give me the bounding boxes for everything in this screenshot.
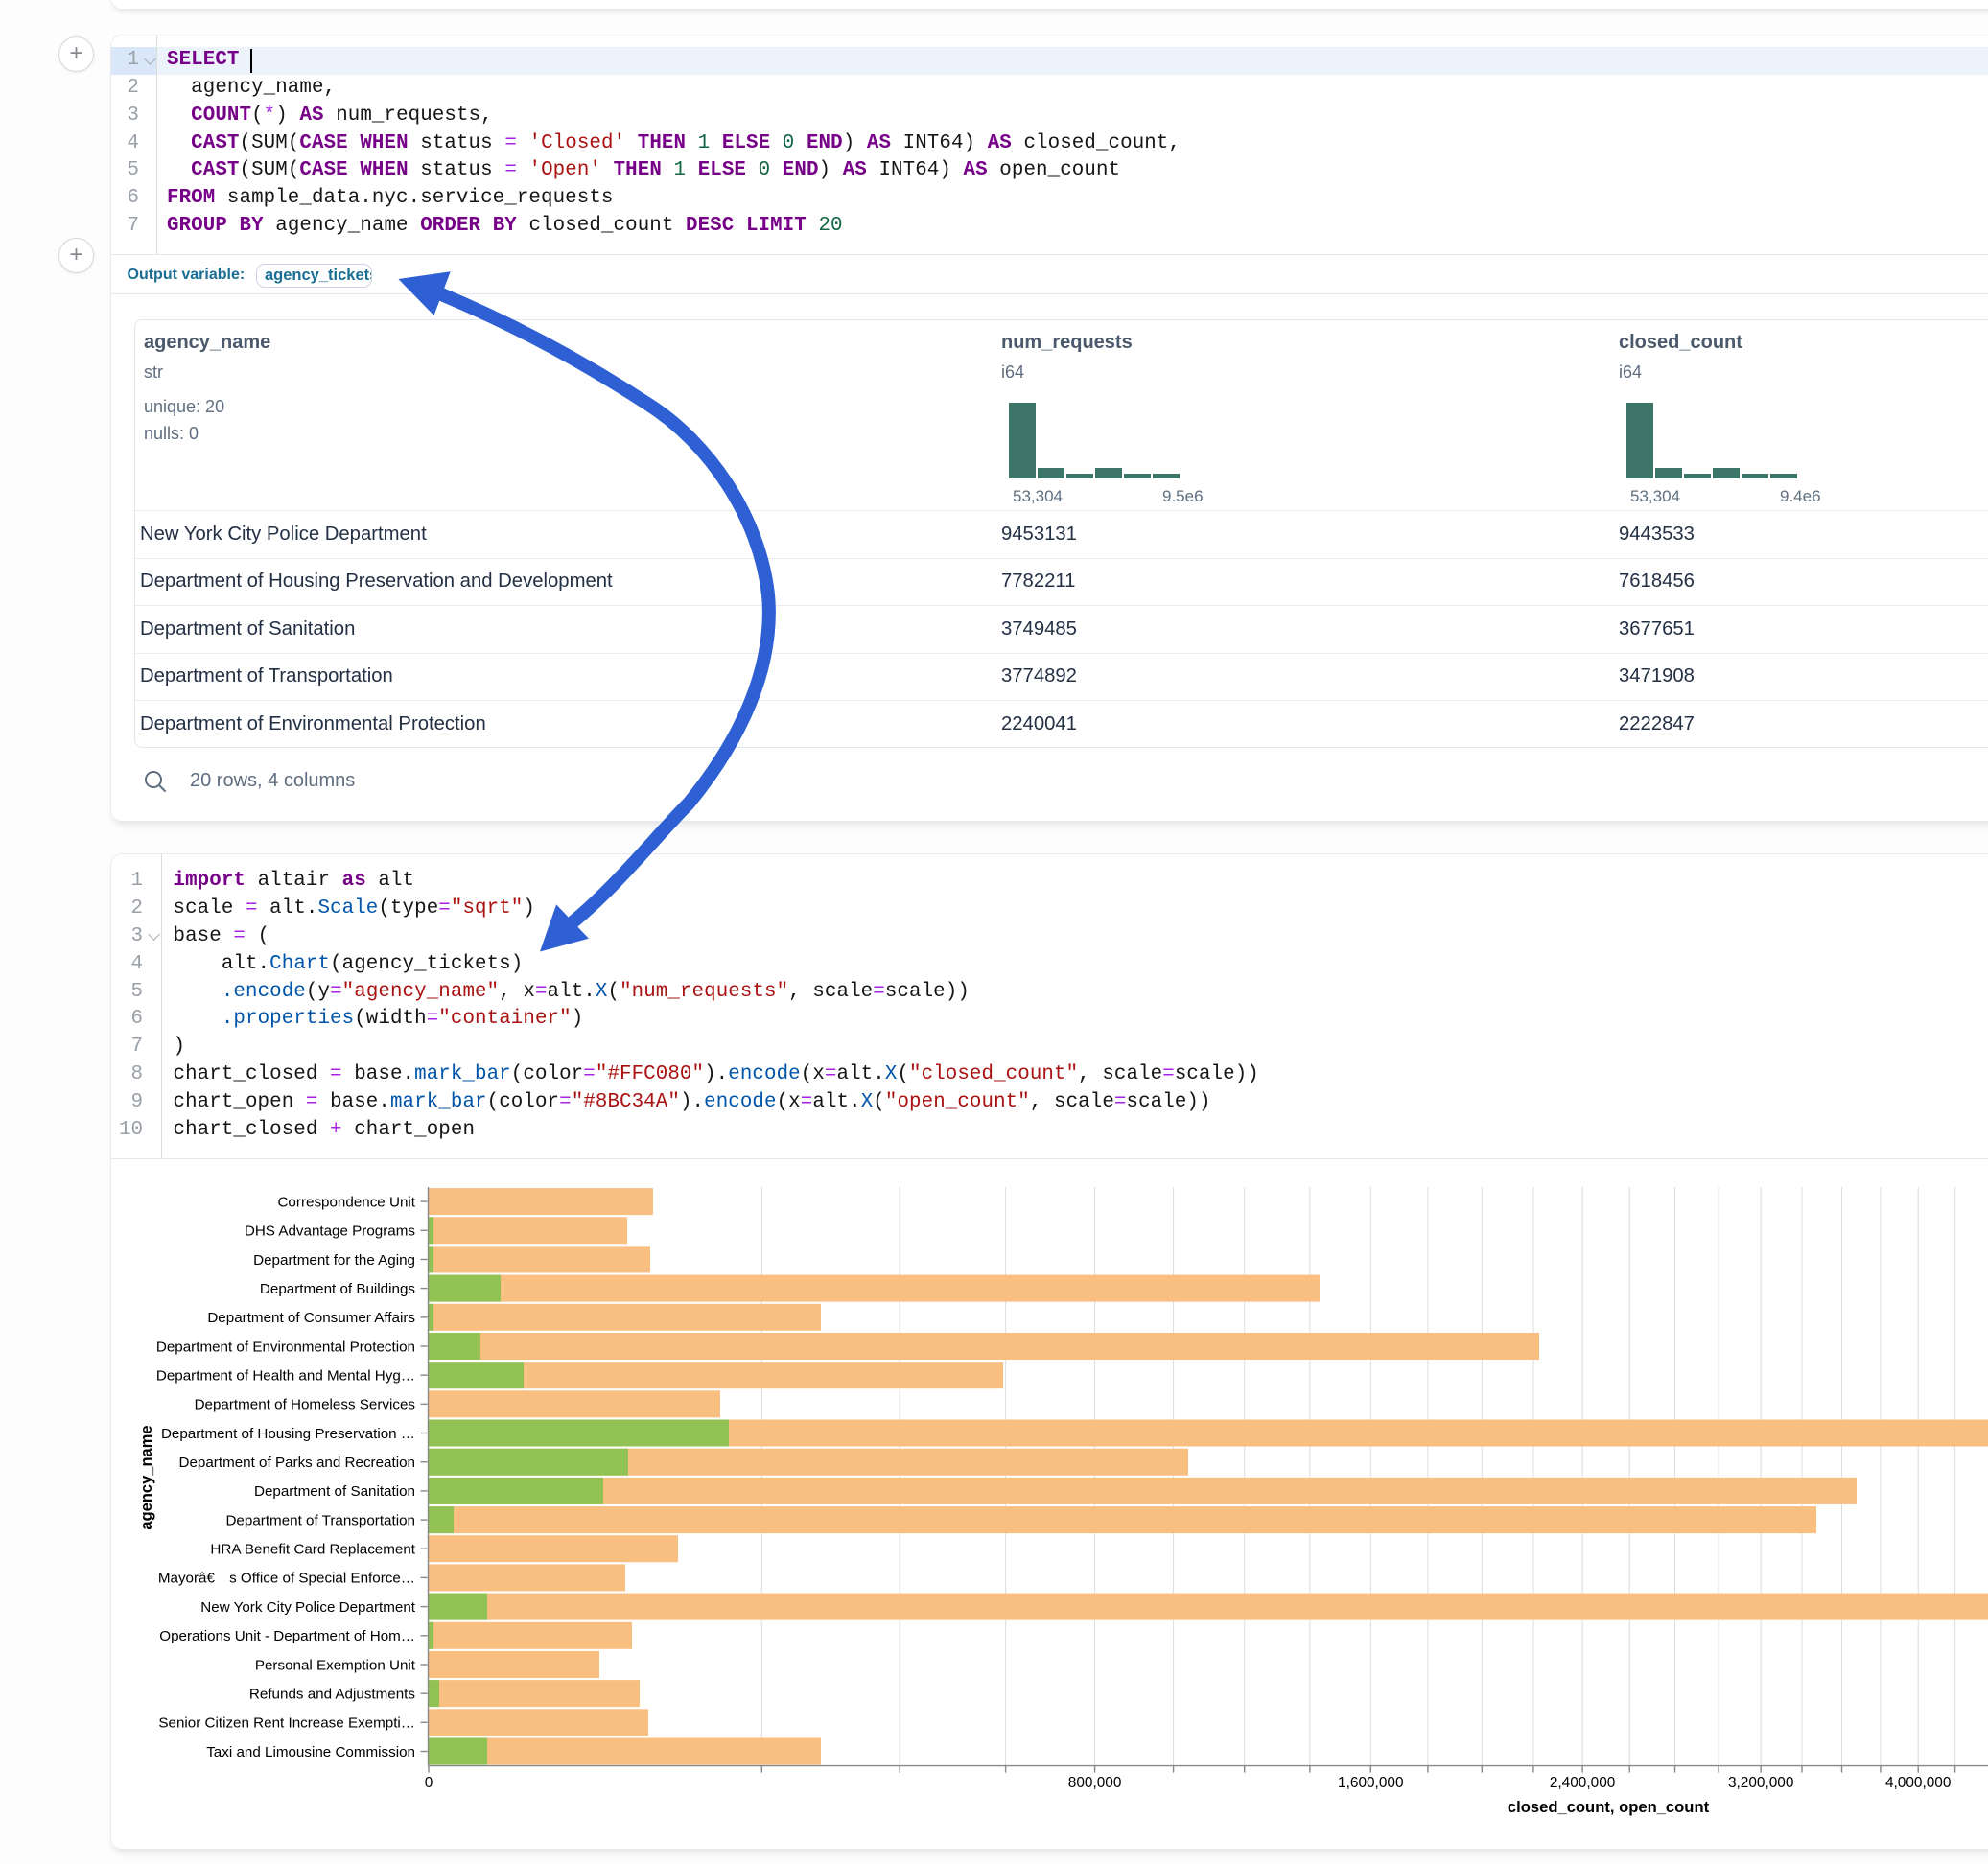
svg-text:Department of Health and Menta: Department of Health and Mental Hyg… (156, 1368, 415, 1385)
svg-text:DHS Advantage Programs: DHS Advantage Programs (245, 1223, 416, 1240)
svg-text:4,000,000: 4,000,000 (1885, 1775, 1951, 1791)
svg-text:2,400,000: 2,400,000 (1550, 1775, 1615, 1791)
svg-text:Department of Buildings: Department of Buildings (260, 1281, 415, 1297)
svg-text:Operations Unit - Department o: Operations Unit - Department of Hom… (159, 1628, 415, 1644)
svg-text:Department of Sanitation: Department of Sanitation (254, 1483, 415, 1500)
svg-text:agency_name: agency_name (138, 1425, 155, 1529)
svg-text:Refunds and Adjustments: Refunds and Adjustments (249, 1687, 415, 1703)
svg-text:Senior Citizen Rent Increase E: Senior Citizen Rent Increase Exempti… (158, 1715, 415, 1732)
svg-text:Department of Environmental Pr: Department of Environmental Protection (156, 1339, 415, 1355)
svg-text:Mayorâ€ s Office of Special En: Mayorâ€ s Office of Special Enforce… (158, 1571, 415, 1587)
svg-text:Personal Exemption Unit: Personal Exemption Unit (255, 1657, 416, 1673)
svg-text:Department of Housing Preserva: Department of Housing Preservation … (161, 1426, 415, 1442)
svg-text:Department of Parks and Recrea: Department of Parks and Recreation (178, 1455, 415, 1471)
svg-text:1,600,000: 1,600,000 (1338, 1775, 1403, 1791)
svg-text:0: 0 (425, 1775, 433, 1791)
svg-text:New York City Police Departmen: New York City Police Department (200, 1599, 415, 1616)
svg-text:Department for the Aging: Department for the Aging (253, 1252, 415, 1269)
svg-text:Department of Transportation: Department of Transportation (225, 1512, 415, 1528)
svg-text:Taxi and Limousine Commission: Taxi and Limousine Commission (206, 1744, 415, 1760)
svg-text:Correspondence Unit: Correspondence Unit (277, 1194, 415, 1210)
svg-text:3,200,000: 3,200,000 (1728, 1775, 1793, 1791)
svg-text:HRA Benefit Card Replacement: HRA Benefit Card Replacement (210, 1542, 415, 1558)
svg-text:Department of Consumer Affairs: Department of Consumer Affairs (207, 1310, 415, 1326)
svg-text:closed_count, open_count: closed_count, open_count (1508, 1798, 1710, 1816)
svg-text:Department of Homeless Service: Department of Homeless Services (195, 1397, 416, 1413)
svg-text:800,000: 800,000 (1068, 1775, 1122, 1791)
